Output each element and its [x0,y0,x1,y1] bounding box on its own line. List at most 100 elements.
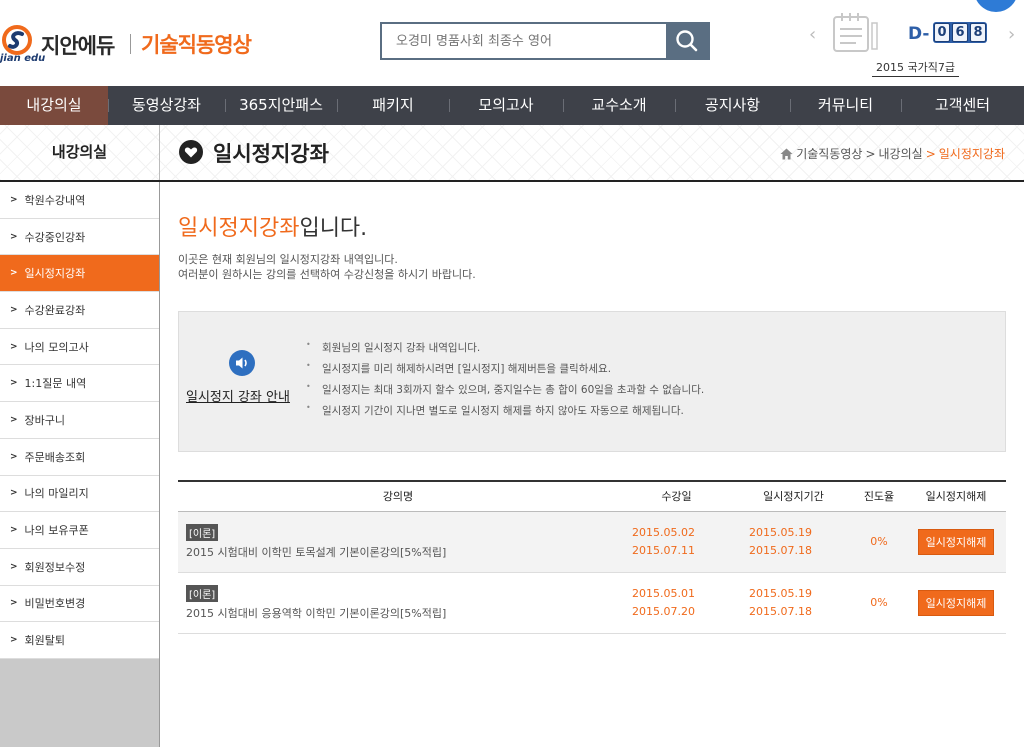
guide-item: 일시정지 기간이 지나면 별도로 일시정지 해제를 하지 않아도 자동으로 해제… [306,403,704,424]
paused-courses-table: 강의명 수강일 일시정지기간 진도율 일시정지해제 [이론] 2015 시험대비… [178,480,1006,634]
dday-digit: 6 [952,23,968,42]
course-cell: [이론] 2015 시험대비 응용역학 이학민 기본이론강의[5%적립] [178,572,618,634]
pause-cell: 2015.05.19 2015.07.18 [735,511,852,573]
nav-item-mock-exam[interactable]: 모의고사 [449,86,563,125]
dday-digit: 8 [970,23,986,42]
nav-item-community[interactable]: 커뮤니티 [790,86,901,125]
logo-brand: 지안에듀 [41,34,115,58]
content-heading-rest: 입니다. [299,216,368,241]
course-cell: [이론] 2015 시험대비 이학민 토목설계 기본이론강의[5%적립] [178,511,618,573]
sidebar-item-cart[interactable]: > 장바구니 [0,402,159,439]
pause-start: 2015.05.19 [749,586,812,600]
search-input[interactable] [382,24,668,58]
chevron-right-icon: > [10,451,18,462]
chevron-right-icon: > [10,525,18,536]
chevron-right-icon: > [10,561,18,572]
breadcrumb-item[interactable]: 기술직동영상 [796,145,862,162]
nav-item-package[interactable]: 패키지 [337,86,449,125]
column-header-date: 수강일 [618,480,735,512]
nav-item-notice[interactable]: 공지사항 [675,86,790,125]
sidebar-item-orders[interactable]: > 주문배송조회 [0,439,159,476]
date-end: 2015.07.20 [632,604,695,618]
guide-item: 일시정지를 미리 해제하시려면 [일시정지] 해제버튼을 클릭하세요. [306,361,704,382]
logo-sub: jian edu [0,53,46,64]
sidebar-item-my-mock-exam[interactable]: > 나의 모의고사 [0,329,159,366]
nav-item-my-classroom[interactable]: 내강의실 [0,86,108,125]
nav-item-professors[interactable]: 교수소개 [563,86,675,125]
description-line: 이곳은 현재 회원님의 일시정지강좌 내역입니다. [178,253,398,266]
release-pause-button[interactable]: 일시정지해제 [917,589,995,616]
guide-list: 회원님의 일시정지 강좌 내역입니다. 일시정지를 미리 해제하시려면 [일시정… [306,340,704,424]
action-cell: 일시정지해제 [906,572,1006,634]
release-pause-button[interactable]: 일시정지해제 [917,528,995,555]
dday-label: D- [908,24,930,44]
breadcrumb-separator-icon: > [865,146,876,161]
sidebar-item-qna[interactable]: >1:1질문 내역 [0,365,159,403]
chevron-right-icon: > [10,378,18,389]
dday-digit: 0 [934,23,950,42]
sidebar-item-change-password[interactable]: > 비밀번호변경 [0,586,159,623]
sidebar-item-label: 회원정보수정 [24,560,86,574]
dday-counter: 0 6 8 [933,22,987,43]
content-heading-highlight: 일시정지강좌 [178,216,300,241]
guide-item: 회원님의 일시정지 강좌 내역입니다. [306,340,704,361]
site-title: 기술직동영상 [141,33,252,57]
sidebar-item-label: 나의 마일리지 [24,487,89,501]
nav-item-365-pass[interactable]: 365지안패스 [225,86,337,125]
course-title[interactable]: 2015 시험대비 응용역학 이학민 기본이론강의[5%적립] [186,607,446,620]
sidebar-item-edit-profile[interactable]: > 회원정보수정 [0,549,159,586]
pause-start: 2015.05.19 [749,525,812,539]
sidebar-item-label: 수강완료강좌 [24,303,86,317]
column-header-action: 일시정지해제 [906,480,1006,512]
date-start: 2015.05.02 [632,525,695,539]
sidebar-item-coupons[interactable]: > 나의 보유쿠폰 [0,512,159,549]
content-heading: 일시정지강좌입니다. [178,210,367,242]
table-row: [이론] 2015 시험대비 응용역학 이학민 기본이론강의[5%적립] 201… [178,572,1006,634]
sidebar-item-label: 1:1질문 내역 [24,377,87,391]
search-icon [676,30,698,52]
sidebar-item-academy-history[interactable]: > 학원수강내역 [0,182,159,219]
sidebar-item-label: 회원탈퇴 [24,634,66,648]
pause-end: 2015.07.18 [749,604,812,618]
table-row: [이론] 2015 시험대비 이학민 토목설계 기본이론강의[5%적립] 201… [178,511,1006,573]
course-title[interactable]: 2015 시험대비 이학민 토목설계 기본이론강의[5%적립] [186,546,446,559]
dday-next-arrow-icon[interactable]: › [1008,24,1015,45]
logo-divider [130,34,131,54]
breadcrumb-item[interactable]: 내강의실 [879,145,923,162]
breadcrumb-current: 일시정지강좌 [938,147,1005,161]
sidebar-item-paused[interactable]: > 일시정지강좌 [0,255,159,293]
sidebar-item-label: 수강중인강좌 [24,230,86,244]
sidebar-item-in-progress[interactable]: > 수강중인강좌 [0,219,159,256]
description-line: 여러분이 원하시는 강의를 선택하여 수강신청을 하시기 바랍니다. [178,268,476,281]
page: jian edu 지안에듀 기술직동영상 ‹ D- [0,0,1024,747]
sidebar-item-withdraw[interactable]: > 회원탈퇴 [0,622,159,659]
chevron-right-icon: > [10,635,18,646]
corner-tab[interactable] [974,0,1018,12]
chevron-right-icon: > [10,304,18,315]
sidebar-item-mileage[interactable]: > 나의 마일리지 [0,476,159,513]
dday-prev-arrow-icon[interactable]: ‹ [809,24,816,45]
dday-exam-name[interactable]: 2015 국가직7급 [872,59,959,77]
action-cell: 일시정지해제 [906,511,1006,573]
chevron-right-icon: > [10,488,18,499]
main-nav: 내강의실 동영상강좌 365지안패스 패키지 모의고사 교수소개 공지사항 커뮤… [0,86,1024,125]
sidebar: > 학원수강내역 > 수강중인강좌 > 일시정지강좌 > 수강완료강좌 > 나의 모의고사… [0,182,160,747]
guide-title[interactable]: 일시정지 강좌 안내 [186,386,290,405]
nav-item-video-lectures[interactable]: 동영상강좌 [108,86,225,125]
column-header-progress: 진도율 [852,480,906,512]
column-header-course: 강의명 [178,480,618,512]
heart-icon [179,140,203,164]
date-start: 2015.05.01 [632,586,695,600]
sidebar-item-label: 장바구니 [24,413,66,427]
sidebar-menu: > 학원수강내역 > 수강중인강좌 > 일시정지강좌 > 수강완료강좌 > 나의 모의고사… [0,182,159,659]
speaker-icon [229,350,255,376]
sidebar-item-completed[interactable]: > 수강완료강좌 [0,292,159,329]
search-button[interactable] [666,24,708,58]
sidebar-item-label: 주문배송조회 [24,450,86,464]
nav-item-customer-center[interactable]: 고객센터 [901,86,1024,125]
sidebar-item-label: 나의 모의고사 [24,340,89,354]
sidebar-item-label: 나의 보유쿠폰 [24,524,89,538]
chevron-right-icon: > [10,231,18,242]
home-icon[interactable] [780,148,793,160]
pause-guide-box: 일시정지 강좌 안내 회원님의 일시정지 강좌 내역입니다. 일시정지를 미리 … [178,311,1006,452]
